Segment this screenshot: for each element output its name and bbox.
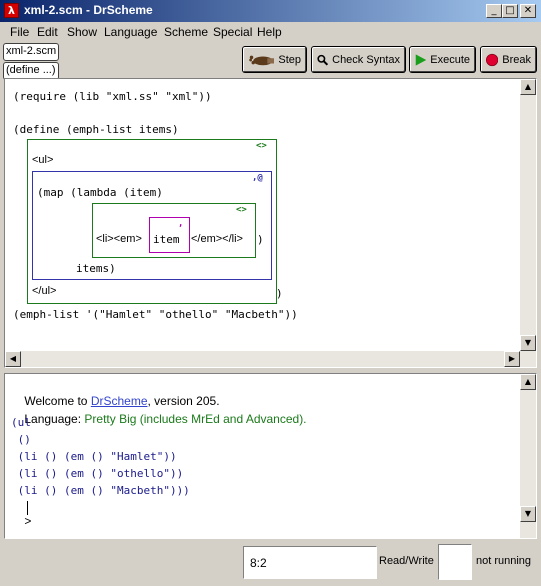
require-line: (require (lib "xml.ss" "xml")) [13, 90, 212, 103]
scroll-down-arrow-icon[interactable]: ▼ [520, 335, 536, 351]
unquote-box[interactable]: , item [149, 217, 190, 253]
map-line: (map (lambda (item) [37, 186, 163, 199]
li-em-open-tag: <li><em> [96, 233, 142, 245]
interactions-pane[interactable]: Welcome to DrScheme, version 205. Langua… [4, 373, 537, 539]
output-line: (ul [11, 416, 31, 429]
interactions-vertical-scrollbar[interactable]: ▲ ▼ [520, 374, 536, 538]
scroll-right-arrow-icon[interactable]: ▶ [504, 351, 520, 367]
definitions-vertical-scrollbar[interactable]: ▲ ▼ [520, 79, 536, 351]
check-syntax-button[interactable]: Check Syntax [312, 47, 405, 72]
output-line: () [11, 433, 31, 446]
ul-open-tag: <ul> [32, 154, 54, 166]
stop-icon [486, 53, 499, 66]
splice-label: ,@ [252, 173, 263, 183]
execute-button[interactable]: Execute [410, 47, 475, 72]
play-icon [415, 53, 427, 66]
output-line: (li () (em () "othello")) [11, 467, 184, 480]
splice-box[interactable]: ,@ (map (lambda (item) <> <li><em> , ite… [32, 171, 272, 280]
map-close-paren: ) [257, 233, 264, 246]
unquote-label: , [178, 219, 184, 229]
scroll-up-arrow-icon[interactable]: ▲ [520, 79, 536, 95]
cursor-position-field: 8:2 [243, 546, 377, 579]
prompt-symbol: > [24, 514, 32, 528]
outer-xml-box[interactable]: <> <ul> ,@ (map (lambda (item) <> <li><e… [27, 139, 277, 304]
menu-scheme[interactable]: Scheme [164, 25, 208, 39]
output-line: (li () (em () "Macbeth"))) [11, 484, 190, 497]
minimize-button[interactable]: _ [486, 4, 502, 18]
em-li-close-tag: </em></li> [191, 233, 243, 245]
language-prefix: Language: [24, 412, 85, 426]
cursor-position: 8:2 [250, 556, 267, 570]
define-close-paren: ) [276, 287, 283, 300]
define-line: (define (emph-list items) [13, 123, 179, 136]
file-name-button[interactable]: xml-2.scm [3, 43, 60, 61]
scroll-up-arrow-icon[interactable]: ▲ [520, 374, 536, 390]
ul-close-tag: </ul> [32, 285, 57, 297]
menu-special[interactable]: Special [213, 25, 252, 39]
magnifier-icon [317, 54, 329, 65]
items-line: items) [76, 262, 116, 275]
menu-help[interactable]: Help [257, 25, 282, 39]
text-cursor [27, 501, 28, 515]
title-bar[interactable]: λ xml-2.scm - DrScheme _ □ ✕ [0, 0, 541, 22]
emph-list-call-line: (emph-list '("Hamlet" "othello" "Macbeth… [13, 308, 298, 321]
inner-xml-box[interactable]: <> <li><em> , item </em></li> [92, 203, 256, 258]
step-label: Step [278, 53, 301, 66]
check-syntax-label: Check Syntax [332, 53, 400, 66]
scroll-left-arrow-icon[interactable]: ◀ [5, 351, 21, 367]
execute-label: Execute [430, 53, 470, 66]
definitions-pane[interactable]: (require (lib "xml.ss" "xml")) (define (… [4, 78, 537, 368]
repl-prompt[interactable]: > [11, 500, 32, 538]
output-line: (li () (em () "Hamlet")) [11, 450, 177, 463]
menu-bar: File Edit Show Language Scheme Special H… [0, 22, 541, 41]
scroll-down-arrow-icon[interactable]: ▼ [520, 506, 536, 522]
running-status: not running [476, 555, 532, 567]
menu-file[interactable]: File [10, 25, 29, 39]
definitions-horizontal-scrollbar[interactable]: ◀ ▶ [5, 351, 536, 367]
language-line: Language: Pretty Big (includes MrEd and … [11, 398, 307, 440]
menu-edit[interactable]: Edit [37, 25, 58, 39]
language-value: Pretty Big (includes MrEd and Advanced). [84, 412, 307, 426]
gc-indicator [438, 544, 472, 580]
window-title: xml-2.scm - DrScheme [24, 3, 153, 17]
footprint-icon [249, 55, 275, 65]
break-label: Break [502, 53, 531, 66]
menu-show[interactable]: Show [67, 25, 97, 39]
inner-xml-label: <> [236, 205, 247, 215]
step-button[interactable]: Step [243, 47, 306, 72]
close-button[interactable]: ✕ [520, 4, 536, 18]
read-write-status[interactable]: Read/Write [379, 555, 434, 567]
menu-language[interactable]: Language [104, 25, 157, 39]
maximize-button[interactable]: □ [502, 4, 518, 18]
break-button[interactable]: Break [481, 47, 536, 72]
item-code: item [153, 233, 180, 246]
xml-box-label: <> [256, 141, 267, 151]
drscheme-lambda-icon: λ [4, 3, 19, 18]
